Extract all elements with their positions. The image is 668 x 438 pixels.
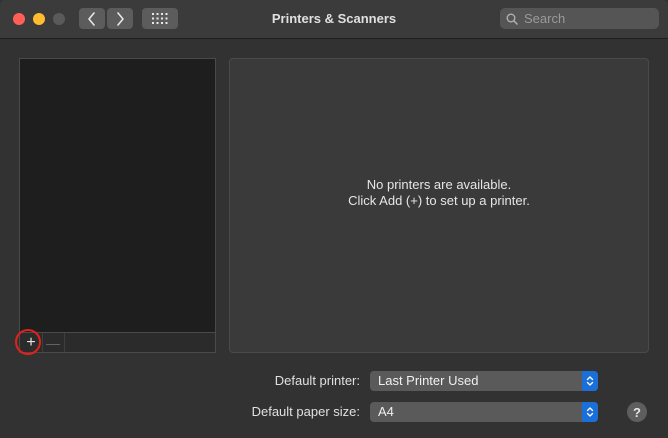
select-stepper-icon [582, 371, 598, 391]
search-field[interactable] [500, 8, 659, 29]
minimize-window-button[interactable] [33, 13, 45, 25]
select-stepper-icon [582, 402, 598, 422]
paper-size-select[interactable]: A4 [370, 402, 598, 422]
add-printer-button[interactable]: + [20, 333, 43, 352]
zoom-window-button[interactable] [53, 13, 65, 25]
show-all-button[interactable] [142, 8, 178, 29]
printers-scanners-window: Printers & Scanners + — No printers are … [0, 0, 668, 438]
paper-size-label: Default paper size: [251, 404, 360, 419]
default-printer-label: Default printer: [274, 373, 360, 388]
back-button[interactable] [79, 8, 105, 29]
empty-state-line-1: No printers are available. [366, 177, 512, 192]
close-window-button[interactable] [13, 13, 25, 25]
printer-detail-panel: No printers are available. Click Add (+)… [229, 58, 649, 353]
chevron-left-icon [88, 11, 95, 26]
show-all-grid-icon [152, 13, 168, 24]
chevron-right-icon [117, 11, 124, 26]
empty-state-message: No printers are available. Click Add (+)… [230, 177, 648, 209]
search-icon [506, 13, 518, 25]
help-button[interactable]: ? [627, 402, 647, 422]
printer-list[interactable] [19, 58, 216, 333]
paper-size-value: A4 [378, 404, 394, 419]
search-input[interactable] [522, 10, 654, 27]
printer-list-toolbar: + — [19, 333, 216, 353]
title-bar: Printers & Scanners [0, 0, 668, 39]
remove-printer-button[interactable]: — [42, 333, 65, 352]
default-printer-value: Last Printer Used [378, 373, 479, 388]
default-printer-select[interactable]: Last Printer Used [370, 371, 598, 391]
empty-state-line-2: Click Add (+) to set up a printer. [348, 193, 530, 208]
forward-button[interactable] [107, 8, 133, 29]
